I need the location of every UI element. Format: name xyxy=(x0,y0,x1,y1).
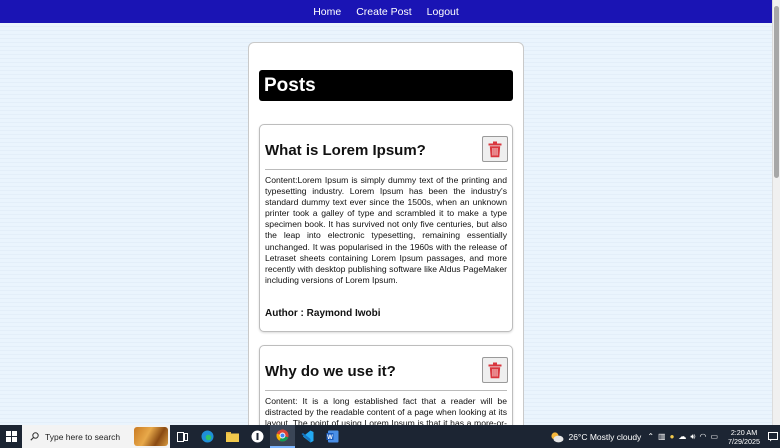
post-title: What is Lorem Ipsum? xyxy=(265,142,426,159)
folder-icon xyxy=(226,432,239,442)
search-highlight-image xyxy=(134,427,168,446)
task-view-icon xyxy=(177,431,188,442)
word-icon: W xyxy=(326,430,339,443)
notification-button[interactable] xyxy=(766,425,780,448)
taskbar-search-box[interactable]: Type here to search xyxy=(22,425,170,448)
taskbar-app-button[interactable] xyxy=(245,425,270,448)
volume-icon[interactable]: 🔊︎ xyxy=(690,432,695,442)
windows-logo-icon xyxy=(5,431,17,442)
taskbar-clock[interactable]: 2:20 AM 7/29/2025 xyxy=(722,428,766,446)
wifi-icon[interactable]: ◠ xyxy=(699,432,706,441)
nav-home-link[interactable]: Home xyxy=(313,6,341,18)
onedrive-icon[interactable]: ☁ xyxy=(678,432,686,441)
task-view-button[interactable] xyxy=(170,425,195,448)
chrome-icon xyxy=(276,429,289,442)
security-status-icon[interactable]: ● xyxy=(670,432,675,441)
post-title: Why do we use it? xyxy=(265,363,396,380)
system-tray: ⌃ ▥ ● ☁ 🔊︎ ◠ ▭ xyxy=(647,432,722,442)
vscode-icon xyxy=(301,430,314,443)
post-divider xyxy=(265,169,507,170)
weather-text: 26°C Mostly cloudy xyxy=(568,431,642,442)
posts-heading: Posts xyxy=(259,70,513,101)
network-icon[interactable]: ▥ xyxy=(658,432,666,441)
taskbar-edge-button[interactable] xyxy=(195,425,220,448)
post-author: Author : Raymond Iwobi xyxy=(265,308,381,319)
scrollbar-thumb[interactable] xyxy=(774,6,779,178)
battery-icon[interactable]: ▭ xyxy=(710,432,718,441)
trash-icon xyxy=(488,362,502,378)
taskbar-word-button[interactable]: W xyxy=(320,425,345,448)
delete-post-button[interactable] xyxy=(482,357,508,383)
clock-date: 7/29/2025 xyxy=(728,436,760,446)
taskbar-file-explorer-button[interactable] xyxy=(220,425,245,448)
chevron-up-icon[interactable]: ⌃ xyxy=(647,432,654,441)
edge-icon xyxy=(201,430,214,443)
post-content: Content:Lorem Ipsum is simply dummy text… xyxy=(265,175,507,285)
top-navbar: Home Create Post Logout xyxy=(0,0,772,23)
post-card: What is Lorem Ipsum? Content:Lorem Ipsum… xyxy=(259,124,513,332)
post-divider xyxy=(265,390,507,391)
search-placeholder: Type here to search xyxy=(45,431,121,442)
taskbar-vscode-button[interactable] xyxy=(295,425,320,448)
posts-container: Posts What is Lorem Ipsum? Content:Lorem… xyxy=(248,42,524,442)
windows-taskbar: Type here to search W 26°C Mostly cloudy… xyxy=(0,425,780,448)
taskbar-chrome-button[interactable] xyxy=(270,425,295,448)
notification-icon xyxy=(768,431,778,441)
delete-post-button[interactable] xyxy=(482,136,508,162)
svg-text:W: W xyxy=(327,435,333,441)
weather-widget[interactable]: 26°C Mostly cloudy xyxy=(550,431,647,443)
search-icon xyxy=(30,432,39,441)
weather-cloudy-icon xyxy=(551,431,564,442)
nav-create-post-link[interactable]: Create Post xyxy=(356,6,411,18)
app-circle-icon xyxy=(251,430,264,443)
nav-logout-link[interactable]: Logout xyxy=(427,6,459,18)
start-button[interactable] xyxy=(0,425,22,448)
clock-time: 2:20 AM xyxy=(730,427,758,437)
page-scrollbar[interactable] xyxy=(772,0,780,425)
trash-icon xyxy=(488,141,502,157)
